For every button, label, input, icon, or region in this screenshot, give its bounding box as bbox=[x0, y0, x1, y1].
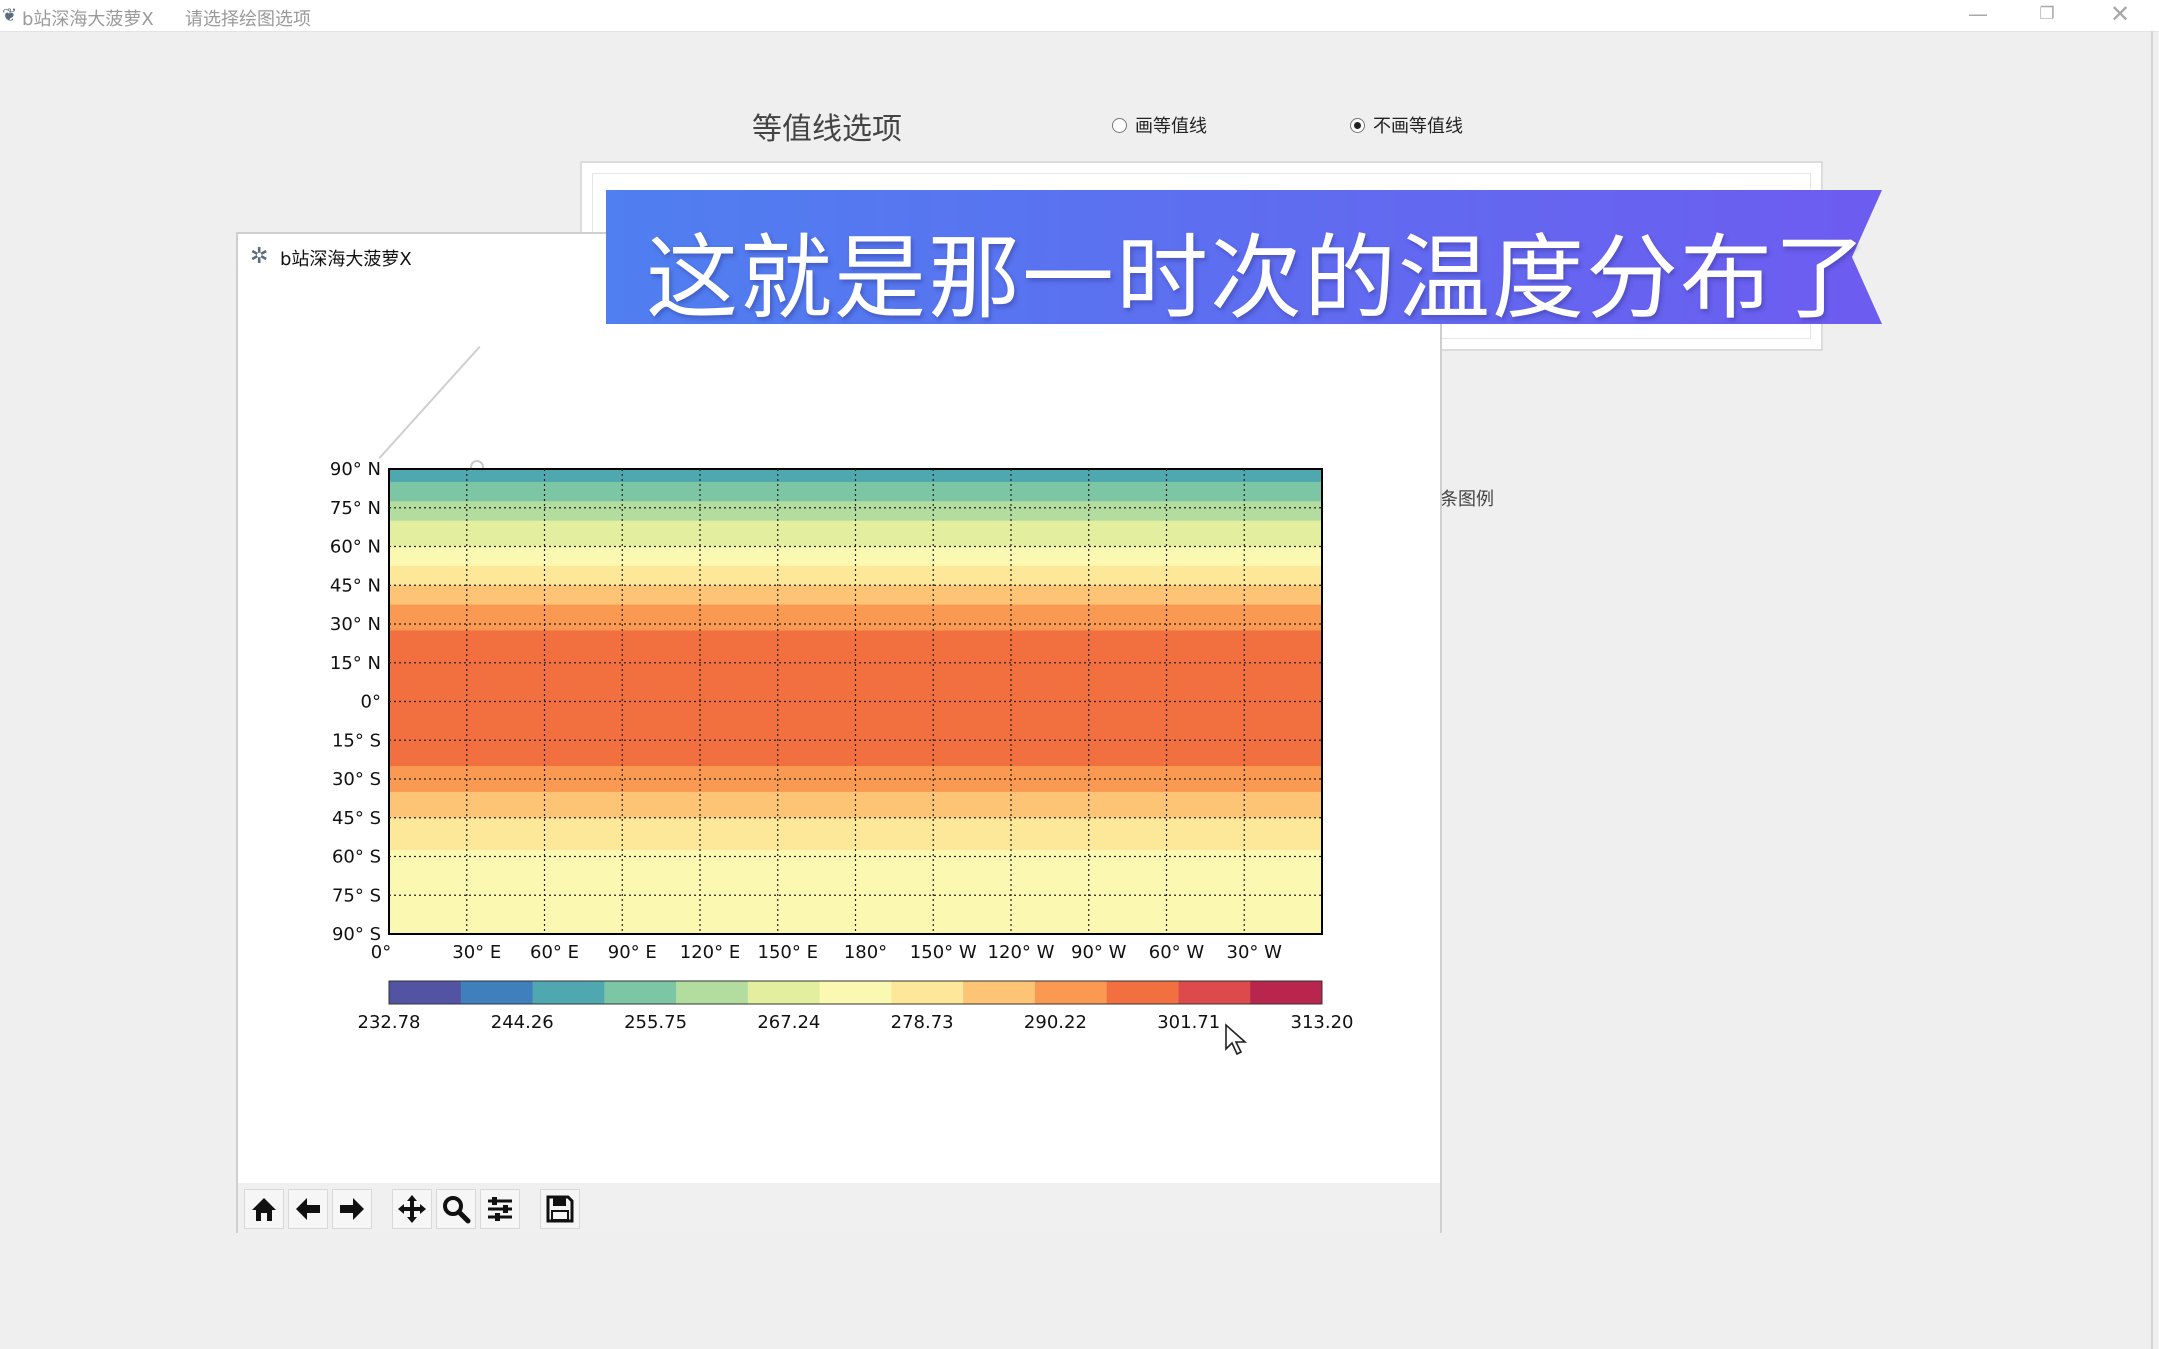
x-tick-label: 180° bbox=[844, 942, 887, 963]
x-tick-label: 90° E bbox=[608, 942, 657, 963]
x-tick-label: 0° bbox=[371, 942, 391, 963]
y-tick-label: 0° bbox=[361, 692, 381, 713]
colorbar-segment bbox=[963, 981, 1036, 1004]
temperature-band bbox=[389, 585, 1322, 593]
y-tick-label: 45° N bbox=[330, 575, 381, 596]
colorbar-tick-label: 313.20 bbox=[1291, 1012, 1354, 1033]
colorbar-tick-label: 232.78 bbox=[358, 1012, 421, 1033]
x-tick-label: 150° W bbox=[910, 942, 977, 963]
temperature-band bbox=[389, 895, 1322, 903]
x-tick-label: 30° W bbox=[1227, 942, 1283, 963]
colorbar-segment bbox=[1250, 981, 1323, 1004]
colorbar-segment bbox=[1034, 981, 1108, 1004]
temperature-band bbox=[389, 740, 1322, 748]
y-tick-label: 15° S bbox=[332, 730, 381, 751]
y-tick-label: 15° N bbox=[330, 653, 381, 674]
y-tick-label: 75° N bbox=[330, 498, 381, 519]
temperature-band bbox=[389, 475, 1322, 483]
temperature-band bbox=[389, 630, 1322, 638]
colorbar-segment bbox=[747, 981, 821, 1004]
x-tick-label: 150° E bbox=[758, 942, 818, 963]
colorbar-segment bbox=[819, 981, 892, 1004]
x-tick-label: 120° W bbox=[988, 942, 1055, 963]
x-tick-label: 60° E bbox=[530, 942, 579, 963]
y-tick-label: 45° S bbox=[332, 808, 381, 829]
colorbar-tick-label: 290.22 bbox=[1024, 1012, 1087, 1033]
temperature-band bbox=[389, 507, 1322, 515]
colorbar-tick-label: 255.75 bbox=[624, 1012, 687, 1033]
y-tick-label: 30° N bbox=[330, 614, 381, 635]
x-tick-label: 90° W bbox=[1071, 942, 1127, 963]
colorbar-segment bbox=[676, 981, 749, 1004]
temperature-band bbox=[389, 817, 1322, 825]
x-tick-label: 120° E bbox=[680, 942, 740, 963]
caption-banner: 这就是那一时次的温度分布了 bbox=[606, 190, 1882, 332]
temperature-band bbox=[389, 785, 1322, 793]
y-tick-label: 30° S bbox=[332, 769, 381, 790]
colorbar-tick-label: 278.73 bbox=[891, 1012, 954, 1033]
x-tick-label: 60° W bbox=[1149, 942, 1205, 963]
temperature-band bbox=[389, 662, 1322, 670]
colorbar-segment bbox=[1106, 981, 1179, 1004]
colorbar-tick-label: 267.24 bbox=[757, 1012, 820, 1033]
y-tick-label: 60° S bbox=[332, 847, 381, 868]
colorbar-segment bbox=[389, 981, 462, 1004]
colorbar-tick-label: 244.26 bbox=[491, 1012, 554, 1033]
x-tick-label: 30° E bbox=[452, 942, 501, 963]
colorbar-segment bbox=[532, 981, 605, 1004]
colorbar-segment bbox=[460, 981, 534, 1004]
y-tick-label: 60° N bbox=[330, 537, 381, 558]
mouse-cursor-icon bbox=[1225, 1023, 1248, 1056]
banner-caption: 这就是那一时次的温度分布了 bbox=[646, 225, 1869, 332]
colorbar-segment bbox=[891, 981, 964, 1004]
colorbar-segment bbox=[1178, 981, 1251, 1004]
y-tick-label: 75° S bbox=[332, 885, 381, 906]
colorbar-segment bbox=[604, 981, 677, 1004]
y-tick-label: 90° N bbox=[330, 459, 381, 480]
colorbar-tick-label: 301.71 bbox=[1157, 1012, 1220, 1033]
